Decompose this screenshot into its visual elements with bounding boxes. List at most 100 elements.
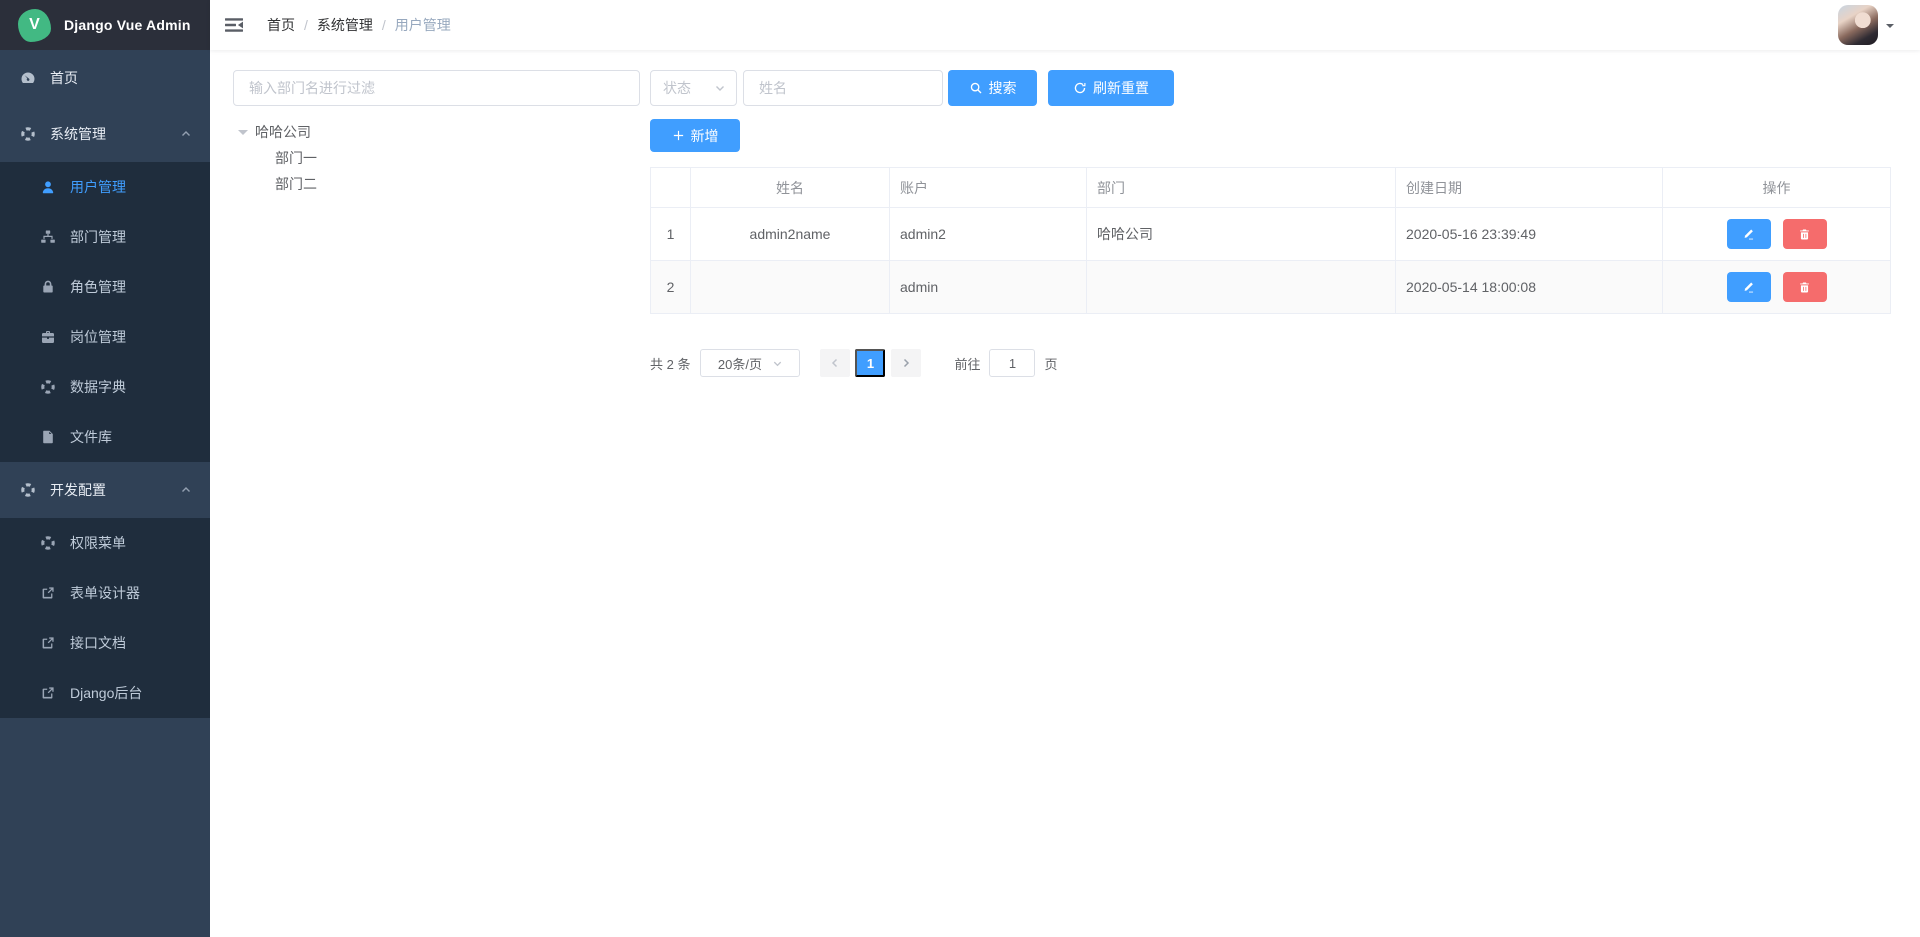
- page-size-value: 20条/页: [718, 354, 762, 373]
- app-logo[interactable]: V Django Vue Admin: [0, 0, 210, 50]
- main-area: 首页 / 系统管理 / 用户管理 状态: [210, 0, 1920, 937]
- cell-index: 1: [651, 208, 691, 261]
- page-suffix-label: 页: [1044, 354, 1057, 373]
- chevron-up-icon: [180, 484, 192, 496]
- submenu-system: 用户管理 部门管理 角色管理: [0, 162, 210, 462]
- dept-filter-input[interactable]: [249, 80, 624, 96]
- name-filter-input[interactable]: [759, 80, 927, 96]
- tree-node-root[interactable]: 哈哈公司: [233, 119, 640, 145]
- sidebar-item-users[interactable]: 用户管理: [0, 162, 210, 212]
- cell-created: 2020-05-16 23:39:49: [1396, 208, 1663, 261]
- dashboard-icon: [20, 70, 36, 86]
- add-button-label: 新增: [691, 126, 719, 146]
- header-actions: 操作: [1663, 168, 1891, 208]
- next-page-button[interactable]: [891, 349, 921, 377]
- header-index: [651, 168, 691, 208]
- search-button[interactable]: 搜索: [948, 70, 1037, 106]
- breadcrumb-current: 用户管理: [395, 15, 451, 35]
- sidebar-item-posts[interactable]: 岗位管理: [0, 312, 210, 362]
- sidebar-item-label: 开发配置: [50, 480, 106, 500]
- search-icon: [969, 81, 983, 95]
- refresh-reset-button[interactable]: 刷新重置: [1048, 70, 1174, 106]
- cell-actions: [1663, 208, 1891, 261]
- sidebar-item-label: 部门管理: [70, 227, 126, 247]
- user-icon: [40, 179, 56, 195]
- component-icon: [20, 126, 36, 142]
- sidebar-item-api-docs[interactable]: 接口文档: [0, 618, 210, 668]
- hamburger-icon[interactable]: [210, 0, 258, 50]
- users-table: 姓名 账户 部门 创建日期 操作 1 admin2name ad: [650, 167, 1891, 314]
- name-filter-field: [743, 70, 943, 106]
- edit-icon: [1742, 228, 1755, 241]
- sidebar-item-label: 文件库: [70, 427, 112, 447]
- external-link-icon: [40, 585, 56, 601]
- breadcrumb-home[interactable]: 首页: [267, 15, 295, 35]
- table-row: 2 admin 2020-05-14 18:00:08: [651, 261, 1891, 314]
- sidebar-item-label: 岗位管理: [70, 327, 126, 347]
- sidebar-item-files[interactable]: 文件库: [0, 412, 210, 462]
- delete-button[interactable]: [1783, 219, 1827, 249]
- permission-icon: [40, 535, 56, 551]
- tree-node-label: 部门一: [275, 148, 317, 168]
- sidebar-item-roles[interactable]: 角色管理: [0, 262, 210, 312]
- add-button[interactable]: 新增: [650, 119, 740, 152]
- sidebar-item-devconfig[interactable]: 开发配置: [0, 462, 210, 518]
- department-tree: 哈哈公司 部门一 部门二: [233, 119, 640, 377]
- cell-dept: [1087, 261, 1396, 314]
- sidebar-item-label: Django后台: [70, 683, 142, 703]
- sidebar-item-django-admin[interactable]: Django后台: [0, 668, 210, 718]
- sidebar-item-home[interactable]: 首页: [0, 50, 210, 106]
- trash-icon: [1798, 281, 1811, 294]
- briefcase-icon: [40, 329, 56, 345]
- breadcrumb-separator: /: [304, 17, 308, 33]
- navbar: 首页 / 系统管理 / 用户管理: [210, 0, 1920, 50]
- sidebar-item-label: 角色管理: [70, 277, 126, 297]
- table-header-row: 姓名 账户 部门 创建日期 操作: [651, 168, 1891, 208]
- chevron-left-icon: [829, 357, 841, 369]
- cell-actions: [1663, 261, 1891, 314]
- edit-button[interactable]: [1727, 272, 1771, 302]
- submenu-devconfig: 权限菜单 表单设计器 接口文档: [0, 518, 210, 718]
- vue-logo-icon: V: [18, 9, 51, 42]
- delete-button[interactable]: [1783, 272, 1827, 302]
- sidebar-item-label: 首页: [50, 68, 78, 88]
- table-panel: 新增 姓名 账户 部门: [650, 119, 1890, 377]
- sidebar-item-label: 数据字典: [70, 377, 126, 397]
- goto-label: 前往: [954, 354, 980, 373]
- external-link-icon: [40, 635, 56, 651]
- sidebar-item-label: 系统管理: [50, 124, 106, 144]
- header-name: 姓名: [691, 168, 890, 208]
- dictionary-icon: [40, 379, 56, 395]
- tree-node-child[interactable]: 部门二: [233, 171, 640, 197]
- sidebar-item-departments[interactable]: 部门管理: [0, 212, 210, 262]
- page-number-1[interactable]: 1: [855, 349, 885, 377]
- file-icon: [40, 429, 56, 445]
- status-select[interactable]: 状态: [650, 70, 737, 106]
- sidebar-item-system[interactable]: 系统管理: [0, 106, 210, 162]
- sidebar-item-dictionary[interactable]: 数据字典: [0, 362, 210, 412]
- sidebar-item-label: 接口文档: [70, 633, 126, 653]
- breadcrumb-system[interactable]: 系统管理: [317, 15, 373, 35]
- dept-filter-field: [233, 70, 640, 106]
- chevron-down-icon: [714, 82, 726, 94]
- sidebar-item-form-designer[interactable]: 表单设计器: [0, 568, 210, 618]
- edit-button[interactable]: [1727, 219, 1771, 249]
- pagination-total: 共 2 条: [650, 354, 690, 373]
- edit-icon: [1742, 281, 1755, 294]
- org-tree-icon: [40, 229, 56, 245]
- external-link-icon: [40, 685, 56, 701]
- goto-page-input[interactable]: [989, 349, 1035, 377]
- sidebar-item-permission-menu[interactable]: 权限菜单: [0, 518, 210, 568]
- page-size-select[interactable]: 20条/页: [700, 349, 800, 377]
- header-dept: 部门: [1087, 168, 1396, 208]
- prev-page-button[interactable]: [820, 349, 850, 377]
- search-button-label: 搜索: [989, 78, 1017, 98]
- plus-icon: [672, 129, 685, 142]
- user-dropdown[interactable]: [1838, 5, 1894, 45]
- tree-node-child[interactable]: 部门一: [233, 145, 640, 171]
- header-created: 创建日期: [1396, 168, 1663, 208]
- table-row: 1 admin2name admin2 哈哈公司 2020-05-16 23:3…: [651, 208, 1891, 261]
- cell-account: admin2: [890, 208, 1087, 261]
- trash-icon: [1798, 228, 1811, 241]
- caret-down-icon: [238, 130, 248, 140]
